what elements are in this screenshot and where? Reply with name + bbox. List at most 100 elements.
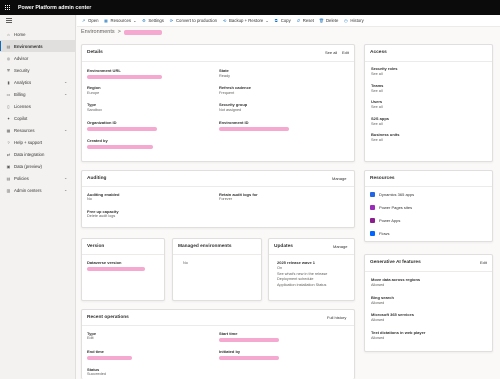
type-label: Type: [87, 102, 97, 107]
genai-item-label: Move data across regions: [371, 277, 421, 282]
resource-link[interactable]: Dynamics 365 apps: [370, 192, 414, 197]
sidebar-item-security[interactable]: ⛨ Security: [0, 64, 76, 76]
access-see-all-link[interactable]: See all: [371, 138, 383, 142]
resource-label: Flows: [379, 231, 390, 236]
hamburger-menu-icon[interactable]: [6, 18, 12, 23]
divider: [82, 61, 354, 62]
resources-icon: ▦: [104, 18, 108, 23]
command-label: Open: [88, 18, 99, 23]
managed-environments-value: No: [183, 261, 188, 265]
divider: [269, 254, 354, 255]
sidebar-item-help-support[interactable]: ? Help + support: [0, 136, 76, 148]
access-see-all-link[interactable]: See all: [371, 72, 383, 76]
sidebar-item-admin-centers[interactable]: ▥ Admin centers ⌄: [0, 184, 76, 196]
resource-link[interactable]: Flows: [370, 231, 389, 236]
sidebar-item-label: Data (preview): [14, 163, 42, 169]
policies-icon: ▤: [6, 175, 11, 181]
sidebar-item-policies[interactable]: ▤ Policies ⌄: [0, 172, 76, 184]
sidebar-nav: ⌂ Home ▤ Environments ◎ Advisor ⛨ Security ▮ Anal…: [0, 28, 76, 196]
version-card: Version Dataverse version: [81, 238, 165, 301]
resources-button[interactable]: ▦ Resources ⌄: [104, 18, 137, 23]
home-icon: ⌂: [7, 31, 10, 37]
convert-to-production-button[interactable]: ⟳ Convert to production: [169, 18, 217, 23]
resources-card: Resources Dynamics 365 apps Power Pages s…: [364, 170, 493, 242]
access-item-label: Security roles: [371, 66, 398, 71]
shield-icon: ⛨: [7, 67, 10, 73]
access-see-all-link[interactable]: See all: [371, 89, 383, 93]
environment-url-redacted: [87, 75, 162, 79]
sidebar-item-label: Data integration: [14, 151, 45, 157]
type-value: Sandbox: [87, 108, 102, 112]
access-see-all-link[interactable]: See all: [371, 122, 383, 126]
sidebar-item-resources[interactable]: ▦ Resources ⌄: [0, 124, 76, 136]
region-value: Europe: [87, 91, 100, 95]
help-icon: ?: [7, 139, 10, 145]
generative-ai-edit-button[interactable]: Edit: [480, 260, 487, 265]
sidebar-item-billing[interactable]: ▭ Billing ⌄: [0, 88, 76, 100]
access-title: Access: [370, 50, 387, 55]
access-item-label: Teams: [371, 82, 384, 88]
data-icon: ▣: [6, 163, 11, 169]
sidebar-item-licenses[interactable]: ▯ Licenses: [0, 100, 76, 112]
top-bar: Power Platform admin center: [0, 0, 500, 15]
auditing-manage-link[interactable]: Manage: [332, 176, 346, 181]
chevron-down-icon: ⌄: [64, 175, 68, 180]
convert-icon: ⟳: [169, 18, 174, 23]
divider: [82, 254, 164, 255]
initiated-by-label: Initiated by: [219, 349, 241, 354]
billing-icon: ▭: [6, 91, 11, 97]
reset-button[interactable]: ↺ Reset: [296, 18, 314, 23]
sidebar-item-copilot[interactable]: ✦ Copilot: [0, 112, 76, 124]
resource-label: Power Apps: [379, 218, 401, 223]
sidebar-item-label: Resources: [14, 127, 35, 133]
breadcrumb-environments[interactable]: Environments: [81, 29, 115, 35]
genai-item-label: Text dictations in web player: [371, 329, 426, 335]
chevron-down-icon: ⌄: [64, 127, 68, 132]
divider: [365, 61, 492, 62]
command-label: History: [350, 18, 364, 23]
sidebar-item-data-integration[interactable]: ⇄ Data integration: [0, 148, 76, 160]
data-integration-icon: ⇄: [6, 151, 11, 157]
sidebar-item-label: Home: [14, 31, 26, 37]
history-button[interactable]: ◷ History: [343, 18, 364, 23]
details-see-all-link[interactable]: See all: [325, 50, 337, 55]
auditing-enabled-value: No: [87, 197, 92, 201]
dataverse-version-label: Dataverse version: [87, 260, 122, 265]
environment-id-label: Environment ID: [219, 120, 249, 125]
generative-ai-title: Generative AI features: [370, 260, 421, 265]
app-launcher-icon[interactable]: [0, 0, 15, 15]
full-history-link[interactable]: Full history: [327, 315, 346, 320]
sidebar-item-environments[interactable]: ▤ Environments: [0, 40, 76, 52]
resource-link[interactable]: Power Apps: [370, 218, 400, 223]
recent-operations-card: Recent operations Full history Type Edit…: [81, 309, 355, 379]
operation-type-value: Edit: [87, 336, 94, 340]
copilot-icon: ✦: [6, 115, 11, 121]
genai-item-value: Allowed: [371, 300, 385, 305]
updates-title: Updates: [274, 244, 293, 249]
divider: [365, 186, 492, 187]
sidebar-item-label: Help + support: [14, 139, 43, 145]
backup-restore-button[interactable]: ⟲ Backup + Restore ⌄: [222, 18, 269, 23]
delete-button[interactable]: 🗑 Delete: [319, 18, 338, 23]
sidebar-item-data-preview[interactable]: ▣ Data (preview): [0, 160, 76, 172]
resource-link[interactable]: Power Pages sites: [370, 205, 412, 210]
security-group-label: Security group: [219, 102, 248, 107]
updates-link[interactable]: Application installation Status: [277, 283, 327, 289]
open-button[interactable]: ↗ Open: [81, 18, 99, 23]
sidebar-item-advisor[interactable]: ◎ Advisor: [0, 52, 76, 64]
created-by-label: Created by: [87, 138, 108, 143]
chevron-down-icon: ⌄: [133, 18, 137, 23]
updates-manage-link[interactable]: Manage: [333, 244, 347, 249]
command-label: Reset: [302, 18, 314, 23]
refresh-cadence-value: Frequent: [219, 91, 235, 95]
access-see-all-link[interactable]: See all: [371, 105, 383, 109]
delete-audit-logs-link[interactable]: Delete audit logs: [87, 214, 115, 218]
sidebar-item-analytics[interactable]: ▮ Analytics ⌄: [0, 76, 76, 88]
copy-button[interactable]: ⧉ Copy: [274, 18, 291, 23]
settings-button[interactable]: ⚙ Settings: [141, 18, 164, 23]
sidebar-item-home[interactable]: ⌂ Home: [0, 28, 76, 40]
command-label: Convert to production: [175, 18, 218, 23]
details-edit-button[interactable]: Edit: [342, 50, 349, 55]
power-pages-icon: [370, 205, 375, 210]
environment-id-redacted: [219, 127, 289, 131]
